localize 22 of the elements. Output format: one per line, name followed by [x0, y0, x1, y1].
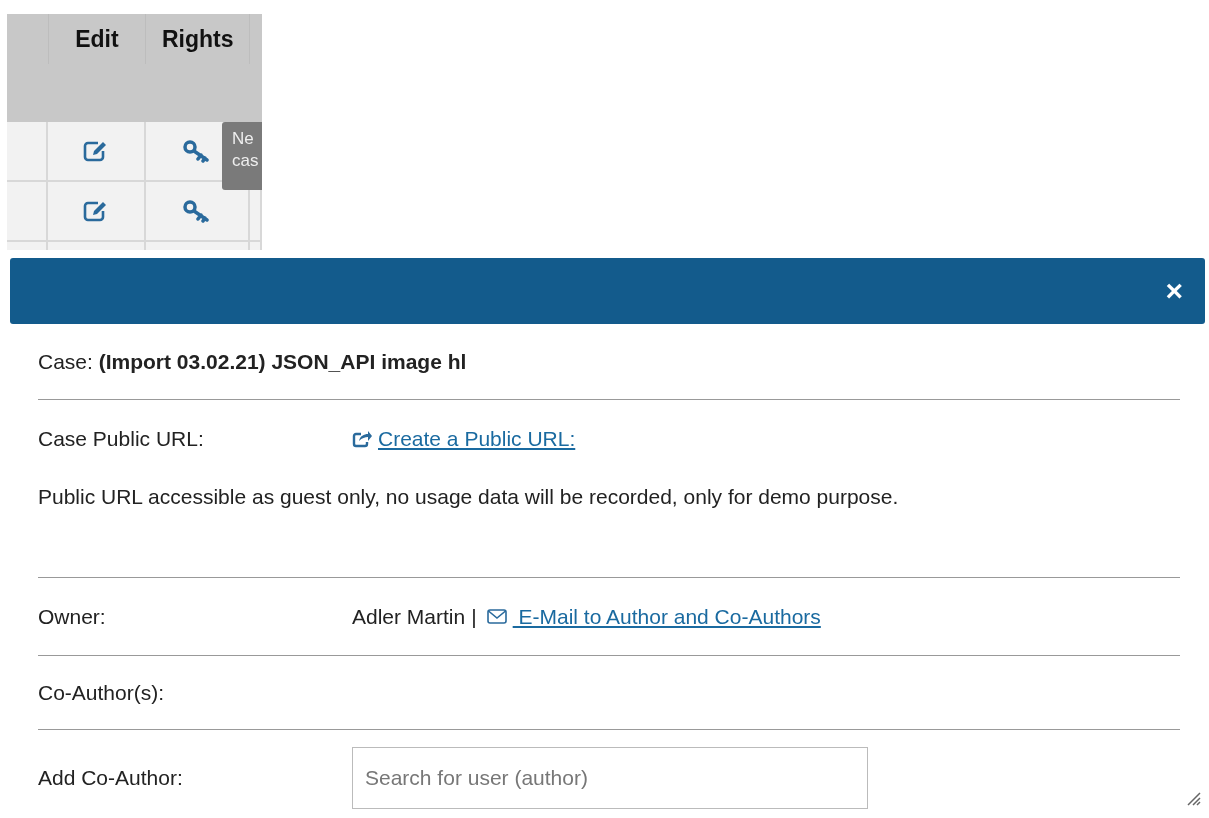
key-icon[interactable]: [182, 199, 212, 223]
field-label: Owner:: [38, 604, 107, 629]
note-text: Public URL accessible as guest only, no usage data will be recorded, only for demo purpose.: [38, 485, 899, 509]
key-icon[interactable]: [182, 139, 212, 163]
column-header: Rights: [161, 25, 234, 53]
close-button[interactable]: ×: [1161, 276, 1187, 306]
field-label: Add Co-Author:: [38, 765, 184, 790]
edit-icon[interactable]: [83, 200, 109, 222]
resize-handle-icon[interactable]: [1185, 790, 1201, 806]
envelope-icon: [486, 609, 507, 624]
separator-text: |: [471, 604, 477, 629]
create-public-url-link[interactable]: Create a Public URL:: [352, 426, 576, 451]
field-label: Case Public URL:: [38, 426, 205, 451]
search-field[interactable]: Search for user (author): [352, 746, 868, 809]
owner-name: Adler Martin: [352, 604, 466, 629]
share-icon: [352, 429, 372, 448]
field-label: Co-Author(s):: [38, 680, 166, 705]
tooltip: Ne cas: [222, 122, 262, 190]
email-link[interactable]: E-Mail to Author and Co-Authors: [486, 604, 821, 629]
case-title: Case: (Import 03.02.21) JSON_API image hl: [38, 349, 467, 374]
edit-icon[interactable]: [83, 140, 109, 162]
column-header: Edit: [75, 25, 119, 53]
